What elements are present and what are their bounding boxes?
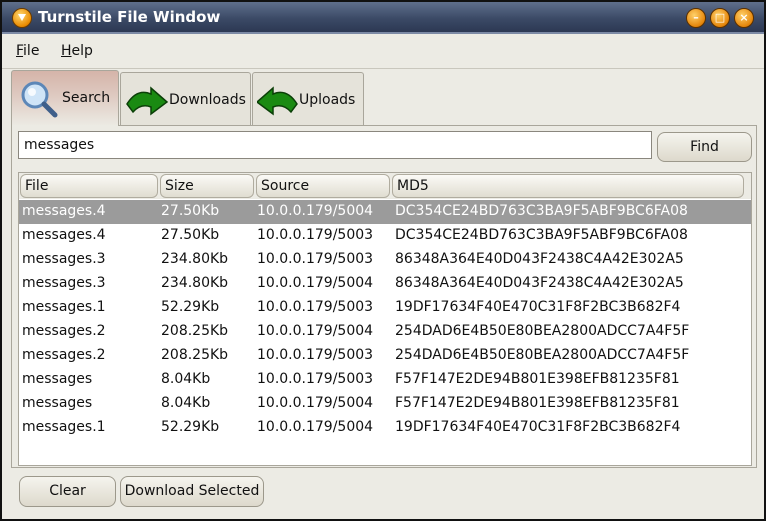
cell-size: 234.80Kb — [161, 251, 229, 267]
cell-file: messages.3 — [22, 251, 106, 267]
menu-bar: File Help — [2, 34, 764, 69]
magnifier-icon — [21, 81, 58, 118]
table-row[interactable]: messages.2 208.25Kb 10.0.0.179/5003 254DAD6… — [19, 344, 751, 368]
table-row[interactable]: messages.4 27.50Kb 10.0.0.179/5004 DC354CE2… — [19, 200, 751, 224]
table-row[interactable]: messages.1 52.29Kb 10.0.0.179/5004 19DF1763… — [19, 416, 751, 440]
cell-source: 10.0.0.179/5003 — [257, 371, 374, 387]
tab-downloads-label: Downloads — [169, 92, 246, 108]
column-header-file[interactable]: File — [20, 174, 158, 198]
cell-md5: DC354CE24BD763C3BA9F5ABF9BC6FA08 — [395, 227, 688, 243]
cell-file: messages.3 — [22, 275, 106, 291]
cell-md5: F57F147E2DE94B801E398EFB81235F81 — [395, 371, 680, 387]
cell-source: 10.0.0.179/5003 — [257, 347, 374, 363]
green-arrow-down-icon — [126, 86, 169, 116]
cell-source: 10.0.0.179/5003 — [257, 251, 374, 267]
cell-size: 27.50Kb — [161, 203, 220, 219]
cell-size: 234.80Kb — [161, 275, 229, 291]
table-header: File Size Source MD5 — [19, 173, 751, 199]
turnstile-file-window: Turnstile File Window – □ × File Help Se… — [0, 0, 766, 521]
title-bar[interactable]: Turnstile File Window – □ × — [2, 2, 764, 34]
cell-size: 8.04Kb — [161, 371, 211, 387]
column-header-source[interactable]: Source — [256, 174, 390, 198]
cell-file: messages.4 — [22, 227, 106, 243]
tab-search-label: Search — [62, 90, 111, 106]
cell-source: 10.0.0.179/5004 — [257, 395, 374, 411]
menu-file[interactable]: File — [16, 43, 39, 59]
table-row[interactable]: messages 8.04Kb 10.0.0.179/5004 F57F147E2DE… — [19, 392, 751, 416]
cell-size: 8.04Kb — [161, 395, 211, 411]
table-row[interactable]: messages.3 234.80Kb 10.0.0.179/5003 86348A3… — [19, 248, 751, 272]
menu-help[interactable]: Help — [61, 43, 93, 59]
cell-source: 10.0.0.179/5004 — [257, 323, 374, 339]
cell-md5: DC354CE24BD763C3BA9F5ABF9BC6FA08 — [395, 203, 688, 219]
cell-md5: 19DF17634F40E470C31F8F2BC3B682F4 — [395, 299, 681, 315]
find-button[interactable]: Find — [657, 132, 752, 162]
maximize-icon: □ — [714, 11, 726, 24]
app-menu-icon[interactable] — [12, 8, 32, 28]
tab-search[interactable]: Search — [11, 70, 119, 126]
cell-md5: 86348A364E40D043F2438C4A42E302A5 — [395, 275, 684, 291]
cell-file: messages.4 — [22, 203, 106, 219]
cell-source: 10.0.0.179/5004 — [257, 275, 374, 291]
tab-uploads-label: Uploads — [299, 92, 356, 108]
cell-file: messages.1 — [22, 299, 106, 315]
cell-md5: F57F147E2DE94B801E398EFB81235F81 — [395, 395, 680, 411]
cell-size: 208.25Kb — [161, 323, 229, 339]
cell-file: messages.1 — [22, 419, 106, 435]
cell-file: messages.2 — [22, 323, 106, 339]
cell-source: 10.0.0.179/5003 — [257, 299, 374, 315]
cell-size: 52.29Kb — [161, 419, 220, 435]
green-arrow-up-icon — [257, 86, 298, 116]
tab-uploads[interactable]: Uploads — [252, 72, 364, 125]
search-input[interactable] — [18, 131, 652, 159]
clear-button[interactable]: Clear — [19, 476, 116, 507]
close-icon: × — [739, 11, 749, 24]
column-header-md5[interactable]: MD5 — [392, 174, 744, 198]
cell-file: messages — [22, 371, 93, 387]
cell-md5: 86348A364E40D043F2438C4A42E302A5 — [395, 251, 684, 267]
close-button[interactable]: × — [734, 8, 754, 28]
table-row[interactable]: messages.1 52.29Kb 10.0.0.179/5003 19DF1763… — [19, 296, 751, 320]
cell-size: 27.50Kb — [161, 227, 220, 243]
window-title: Turnstile File Window — [38, 8, 221, 26]
tab-downloads[interactable]: Downloads — [120, 72, 251, 125]
cell-source: 10.0.0.179/5004 — [257, 419, 374, 435]
maximize-button[interactable]: □ — [710, 8, 730, 28]
cell-md5: 254DAD6E4B50E80BEA2800ADCC7A4F5F — [395, 347, 690, 363]
cell-source: 10.0.0.179/5003 — [257, 227, 374, 243]
cell-source: 10.0.0.179/5004 — [257, 203, 374, 219]
table-row[interactable]: messages.3 234.80Kb 10.0.0.179/5004 86348A3… — [19, 272, 751, 296]
minimize-icon: – — [693, 11, 699, 24]
download-selected-button[interactable]: Download Selected — [120, 476, 264, 507]
results-table: File Size Source MD5 messages.4 27.50Kb 10… — [18, 172, 752, 466]
table-row[interactable]: messages.2 208.25Kb 10.0.0.179/5004 254DAD6… — [19, 320, 751, 344]
cell-md5: 19DF17634F40E470C31F8F2BC3B682F4 — [395, 419, 681, 435]
column-header-size[interactable]: Size — [160, 174, 254, 198]
cell-file: messages.2 — [22, 347, 106, 363]
cell-file: messages — [22, 395, 93, 411]
cell-size: 208.25Kb — [161, 347, 229, 363]
table-row[interactable]: messages.4 27.50Kb 10.0.0.179/5003 DC354CE2… — [19, 224, 751, 248]
table-row[interactable]: messages 8.04Kb 10.0.0.179/5003 F57F147E2DE… — [19, 368, 751, 392]
cell-md5: 254DAD6E4B50E80BEA2800ADCC7A4F5F — [395, 323, 690, 339]
cell-size: 52.29Kb — [161, 299, 220, 315]
minimize-button[interactable]: – — [686, 8, 706, 28]
